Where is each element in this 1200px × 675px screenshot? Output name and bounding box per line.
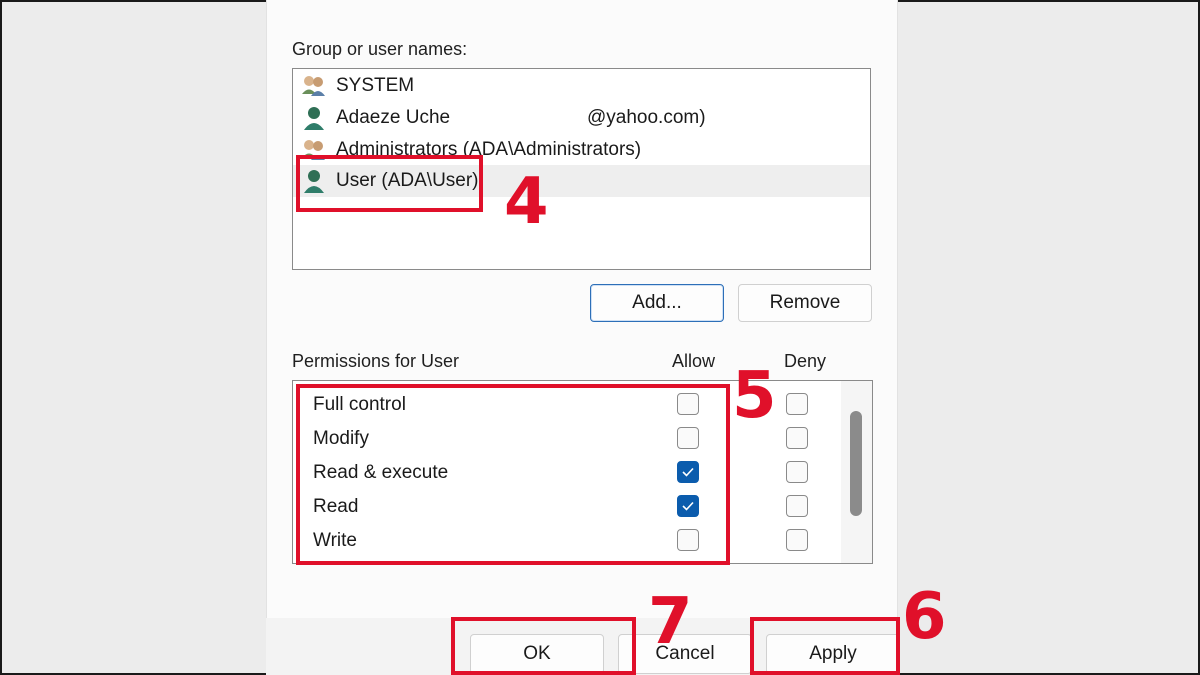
- deny-read-checkbox[interactable]: [786, 495, 808, 517]
- deny-read-execute-checkbox[interactable]: [786, 461, 808, 483]
- annotation-step-5: 5: [732, 359, 777, 433]
- remove-button[interactable]: Remove: [738, 284, 872, 322]
- annotation-box-apply: [750, 617, 900, 675]
- deny-column-header: Deny: [784, 351, 827, 371]
- user-item-system[interactable]: SYSTEM: [293, 70, 870, 102]
- user-item-adaeze[interactable]: Adaeze Uche @yahoo.com): [293, 102, 870, 134]
- permissions-scrollbar[interactable]: [841, 381, 872, 563]
- annotation-step-4: 4: [504, 165, 549, 239]
- annotation-box-ok: [451, 617, 636, 675]
- annotation-box-user: [296, 155, 483, 212]
- group-users-icon: [302, 76, 325, 96]
- permissions-label: Permissions for User: [292, 351, 460, 371]
- user-icon: [304, 107, 324, 130]
- annotation-step-6: 6: [902, 580, 947, 654]
- deny-write-checkbox[interactable]: [786, 529, 808, 551]
- add-button[interactable]: Add...: [590, 284, 724, 322]
- user-item-email: @yahoo.com): [587, 107, 706, 128]
- group-names-label: Group or user names:: [292, 39, 468, 59]
- scrollbar-thumb[interactable]: [850, 411, 862, 516]
- annotation-step-7: 7: [648, 585, 693, 659]
- deny-modify-checkbox[interactable]: [786, 427, 808, 449]
- allow-column-header: Allow: [672, 351, 716, 371]
- user-item-label: Adaeze Uche: [336, 107, 451, 128]
- deny-full-control-checkbox[interactable]: [786, 393, 808, 415]
- annotation-box-permissions: [296, 384, 730, 565]
- user-item-label: SYSTEM: [336, 75, 415, 96]
